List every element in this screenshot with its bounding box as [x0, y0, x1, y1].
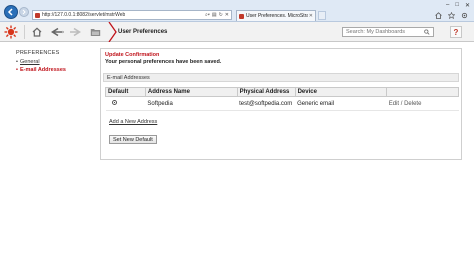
search-icon[interactable]	[424, 29, 430, 35]
url-host: http://127.0.0.1	[42, 12, 76, 18]
breadcrumb: User Preferences	[108, 22, 167, 42]
sidebar-item-general[interactable]: General	[16, 59, 96, 65]
column-header-device: Device	[294, 87, 388, 97]
update-confirmation: Update Confirmation Your personal prefer…	[105, 52, 221, 65]
back-arrow-icon	[51, 27, 64, 37]
close-icon[interactable]: ✕	[225, 12, 229, 18]
folder-button[interactable]	[88, 25, 102, 39]
actions-cell: Edit / Delete	[386, 96, 459, 111]
url-path: :8082/servlet/mstrWeb	[75, 12, 126, 18]
back-button[interactable]	[4, 5, 18, 19]
default-cell	[105, 96, 146, 111]
forward-button[interactable]	[19, 7, 29, 17]
browser-tab[interactable]: User Preferences. MicroStra... ✕	[236, 10, 316, 21]
column-header-actions	[386, 87, 459, 97]
edit-link[interactable]: Edit	[389, 101, 399, 107]
device-cell: Generic email	[295, 96, 387, 111]
column-header-physical-address: Physical Address	[236, 87, 296, 97]
help-icon: ?	[453, 27, 459, 37]
email-address-table: Default Address Name Physical Address De…	[105, 87, 459, 111]
star-icon[interactable]	[447, 11, 456, 20]
physical-address-cell: test@softpedia.com	[237, 96, 296, 111]
microstrategy-logo-icon[interactable]	[4, 25, 18, 39]
delete-link[interactable]: Delete	[404, 101, 421, 107]
site-favicon-icon	[35, 12, 40, 18]
gear-icon[interactable]	[461, 12, 468, 19]
table-row: Softpedia test@softpedia.com Generic ema…	[105, 96, 459, 111]
back-arrow-icon	[7, 8, 13, 16]
forward-arrow-icon	[22, 9, 26, 15]
tab-favicon-icon	[239, 13, 244, 19]
minimize-button[interactable]: –	[446, 2, 449, 9]
address-url: http://127.0.0.1:8082/servlet/mstrWeb	[42, 12, 125, 18]
folder-icon	[90, 29, 100, 36]
table-header-row: Default Address Name Physical Address De…	[105, 87, 459, 97]
confirmation-title: Update Confirmation	[105, 52, 160, 58]
tab-title: User Preferences. MicroStra...	[246, 13, 308, 19]
forward-history-button[interactable]	[68, 25, 82, 39]
sidebar-heading: PREFERENCES	[16, 50, 60, 56]
close-window-button[interactable]: ✕	[465, 2, 470, 9]
add-new-address-link[interactable]: Add a New Address	[109, 119, 157, 125]
column-header-default: Default	[105, 87, 146, 97]
back-history-button[interactable]	[48, 25, 66, 39]
preferences-panel: Update Confirmation Your personal prefer…	[100, 48, 462, 160]
home-icon[interactable]	[435, 12, 442, 19]
home-icon	[32, 27, 42, 37]
section-header: E-mail Addresses	[103, 73, 459, 82]
sidebar-item-email-addresses[interactable]: E-mail Addresses	[16, 67, 96, 73]
toolbar-divider	[24, 25, 25, 39]
maximize-button[interactable]: □	[455, 2, 459, 9]
home-button[interactable]	[30, 25, 44, 39]
refresh-icon[interactable]: ↻	[219, 12, 223, 18]
search-dropdown-icon[interactable]: ⌕▾	[205, 12, 210, 18]
address-bar[interactable]: http://127.0.0.1:8082/servlet/mstrWeb ⌕▾…	[32, 10, 232, 20]
dashboard-search	[342, 27, 434, 37]
column-header-address-name: Address Name	[144, 87, 238, 97]
confirmation-message: Your personal preferences have been save…	[105, 59, 222, 65]
search-input[interactable]	[346, 29, 425, 35]
tab-close-icon[interactable]: ✕	[309, 13, 313, 19]
actions-separator: /	[400, 100, 403, 107]
window-controls: – □ ✕	[446, 2, 470, 9]
compat-icon[interactable]: ▤	[212, 12, 217, 18]
forward-arrow-icon	[70, 27, 81, 37]
new-tab-button[interactable]	[318, 11, 326, 20]
help-button[interactable]: ?	[450, 26, 462, 38]
breadcrumb-chevron-icon	[108, 22, 117, 42]
preferences-sidebar: PREFERENCES General E-mail Addresses	[16, 50, 96, 75]
app-toolbar: User Preferences ?	[0, 22, 474, 42]
address-name-cell: Softpedia	[145, 96, 238, 111]
set-new-default-button[interactable]: Set New Default	[109, 135, 157, 144]
browser-chrome: http://127.0.0.1:8082/servlet/mstrWeb ⌕▾…	[0, 0, 474, 22]
default-radio[interactable]	[111, 100, 117, 105]
